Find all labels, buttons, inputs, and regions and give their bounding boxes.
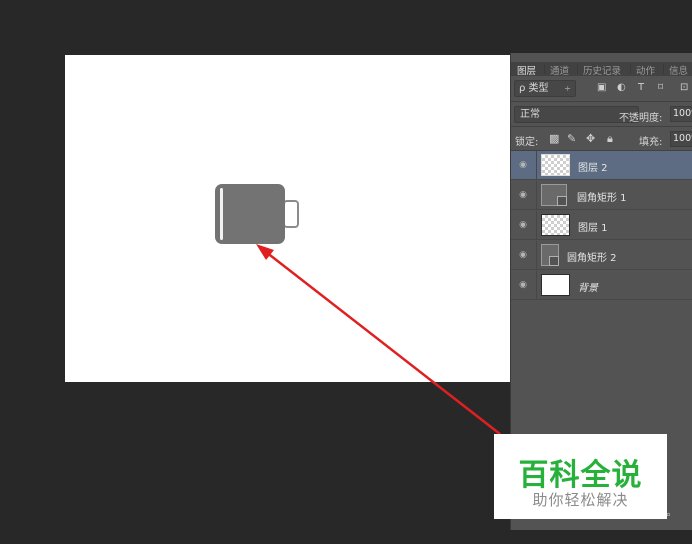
- opacity-input[interactable]: 100%: [670, 106, 692, 122]
- shape-layer-thumbnail: [541, 184, 567, 206]
- layer-thumbnail: [541, 154, 570, 176]
- tab-info[interactable]: 信息: [669, 63, 688, 77]
- visibility-eye-icon[interactable]: ◉: [517, 280, 529, 290]
- shape-layer-thumbnail: [541, 244, 559, 266]
- layer-name: 图层 1: [578, 223, 608, 234]
- visibility-eye-icon[interactable]: ◉: [517, 250, 529, 260]
- lock-all-icon[interactable]: 🔒︎: [607, 132, 613, 146]
- watermark-subtitle: 助你轻松解决: [532, 491, 629, 509]
- type-filter-icon[interactable]: T: [638, 82, 644, 93]
- tab-actions[interactable]: 动作: [636, 63, 655, 77]
- fill-input[interactable]: 100%: [670, 131, 692, 147]
- layer-kind-filter-select[interactable]: ρ 类型 ÷: [514, 80, 576, 97]
- tab-layers[interactable]: 图层: [517, 63, 536, 77]
- layer-row-rounded-rect-2[interactable]: ◉ 圆角矩形 2: [511, 241, 692, 270]
- shape-filter-icon[interactable]: ⌑: [658, 82, 663, 93]
- visibility-eye-icon[interactable]: ◉: [517, 160, 529, 170]
- blend-mode-value: 正常: [520, 109, 540, 120]
- adjustment-filter-icon[interactable]: ◐: [617, 82, 626, 93]
- tab-channels[interactable]: 通道: [550, 63, 569, 77]
- lock-label: 锁定:: [515, 137, 539, 148]
- fill-label: 填充:: [639, 137, 663, 148]
- layer-name: 背景: [578, 283, 598, 294]
- image-filter-icon[interactable]: ▣: [597, 82, 606, 93]
- panel-divider: [511, 101, 692, 102]
- watermark-title: 百科全说: [518, 458, 643, 493]
- layer-row-layer-1[interactable]: ◉ 图层 1: [511, 211, 692, 240]
- vector-mask-icon: [557, 196, 567, 206]
- layer-name: 圆角矩形 1: [577, 193, 627, 204]
- layer-name: 图层 2: [578, 163, 608, 174]
- filter-select-label: ρ 类型: [519, 83, 549, 94]
- visibility-eye-icon[interactable]: ◉: [517, 220, 529, 230]
- panel-tab-bar: 图层 通道 历史记录 动作 信息: [511, 62, 692, 77]
- panel-divider: [511, 126, 692, 127]
- lock-transparent-pixels-icon[interactable]: ▩: [549, 132, 559, 145]
- layer-row-background[interactable]: ◉ 背景: [511, 271, 692, 300]
- lock-position-icon[interactable]: ✥: [586, 132, 595, 145]
- opacity-label: 不透明度:: [619, 113, 663, 124]
- watermark: 百科全说 助你轻松解决: [494, 434, 667, 519]
- layer-row-rounded-rect-1[interactable]: ◉ 圆角矩形 1: [511, 181, 692, 210]
- tab-history[interactable]: 历史记录: [583, 63, 621, 77]
- layer-thumbnail: [541, 274, 570, 296]
- smart-object-filter-icon[interactable]: ⊡: [680, 82, 688, 93]
- vector-mask-icon: [549, 256, 559, 266]
- lock-image-pixels-icon[interactable]: ✎: [567, 132, 576, 145]
- select-caret-icon: ÷: [564, 84, 571, 93]
- layer-thumbnail: [541, 214, 570, 236]
- layer-filter-row: ρ 类型 ÷ ▣ ◐ T ⌑ ⊡: [514, 80, 692, 97]
- visibility-eye-icon[interactable]: ◉: [517, 190, 529, 200]
- layer-name: 圆角矩形 2: [567, 253, 617, 264]
- layer-row-layer-2[interactable]: ◉ 图层 2: [511, 151, 692, 180]
